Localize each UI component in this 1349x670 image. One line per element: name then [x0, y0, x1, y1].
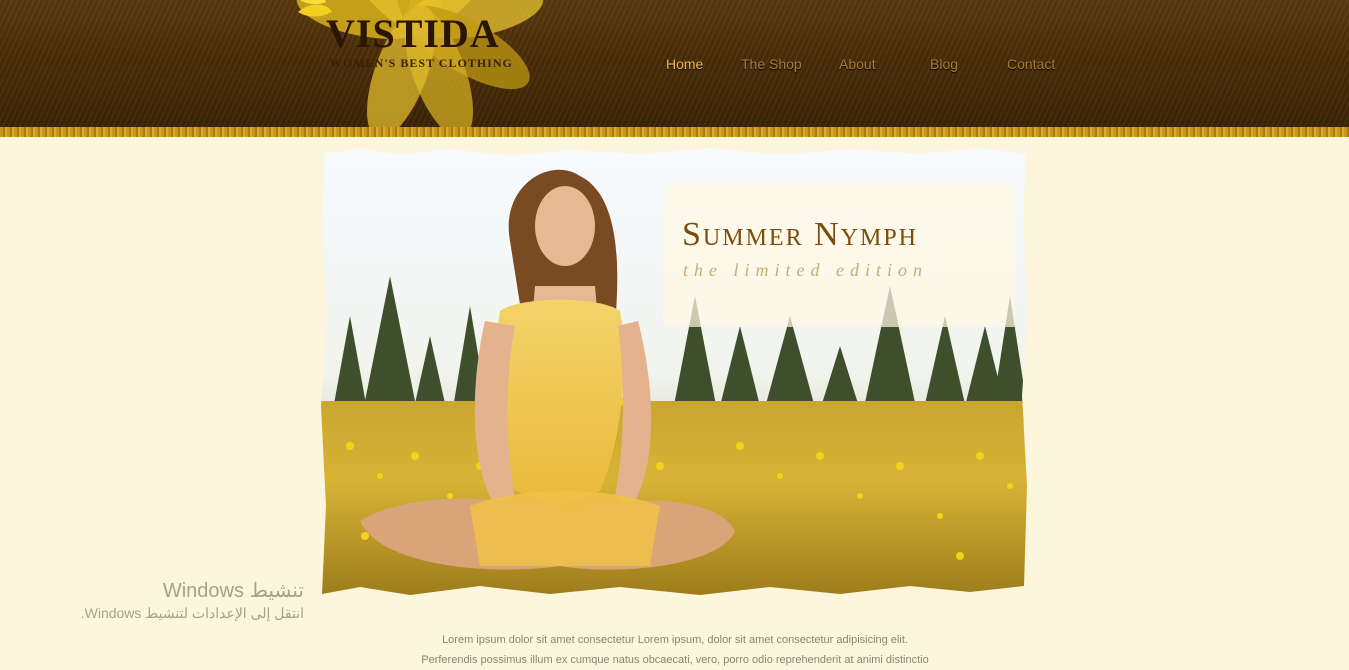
hero-title: Summer Nymph [682, 216, 918, 253]
nav-item-contact[interactable]: Contact [1007, 56, 1055, 72]
nav-item-blog[interactable]: Blog [930, 56, 958, 72]
hero-subtitle: the limited edition [683, 260, 928, 280]
nav-item-the-shop[interactable]: The Shop [741, 56, 802, 72]
site-header: VISTIDA WOMEN'S BEST CLOTHING Home The S… [0, 0, 1349, 137]
intro-line-2: Perferendis possimus illum ex cumque nat… [421, 654, 929, 666]
windows-activation-watermark: تنشيط Windows انتقل إلى الإعدادات لتنشيط… [60, 578, 304, 622]
activation-title: تنشيط Windows [162, 580, 304, 602]
header-border [0, 127, 1349, 137]
activation-message[interactable]: انتقل إلى الإعدادات لتنشيط Windows. [60, 605, 304, 622]
brand-name[interactable]: VISTIDA [326, 10, 500, 57]
hero-caption-box [663, 183, 1015, 327]
nav-item-home[interactable]: Home [666, 56, 703, 72]
brand-tagline: WOMEN'S BEST CLOTHING [330, 56, 513, 70]
nav-item-about[interactable]: About [839, 56, 876, 72]
hero-banner[interactable]: Summer Nymph the limited edition [320, 146, 1030, 598]
intro-text: Lorem ipsum dolor sit amet consectetur L… [300, 630, 1050, 670]
intro-line-1: Lorem ipsum dolor sit amet consectetur L… [442, 634, 908, 646]
